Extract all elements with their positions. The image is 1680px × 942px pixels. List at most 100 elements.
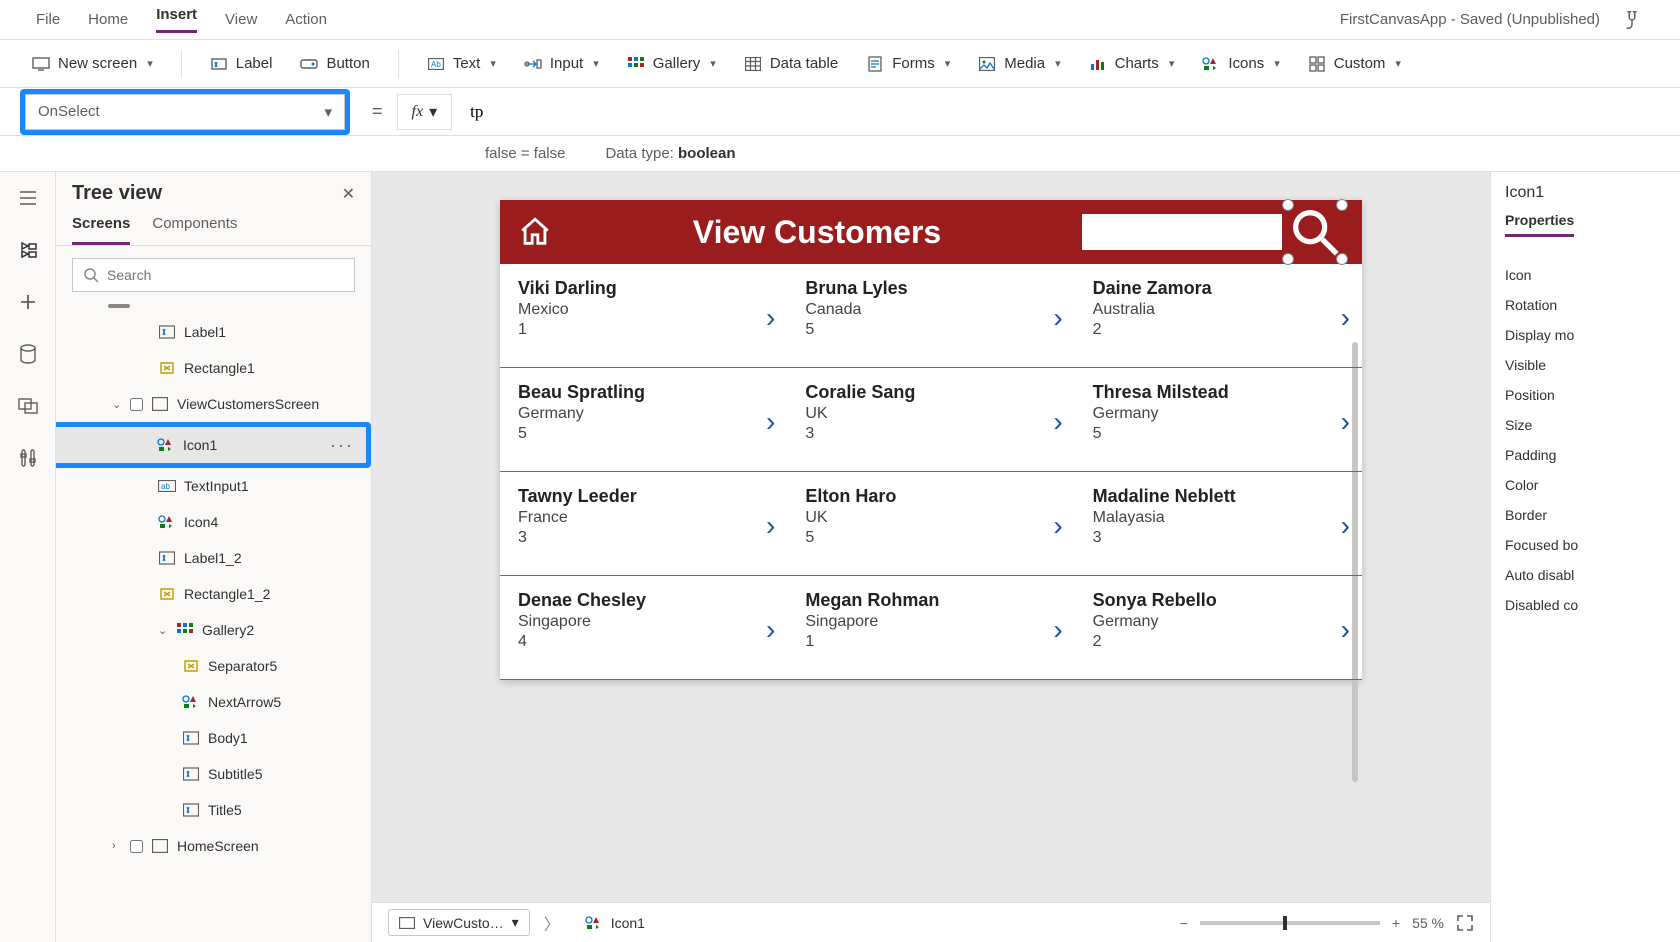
tab-components[interactable]: Components bbox=[152, 215, 237, 245]
app-checker-icon[interactable] bbox=[1620, 8, 1644, 32]
tree-item-label1_2[interactable]: Label1_2 bbox=[56, 540, 371, 576]
gallery-item[interactable]: Tawny LeederFrance3› bbox=[500, 472, 787, 576]
prop-color[interactable]: Color bbox=[1505, 477, 1666, 493]
chevron-right-icon[interactable]: › bbox=[1341, 406, 1350, 438]
gallery-item[interactable]: Megan RohmanSingapore1› bbox=[787, 576, 1074, 680]
header-search-input[interactable] bbox=[1082, 214, 1282, 250]
button-button[interactable]: Button bbox=[300, 55, 369, 73]
gallery-item[interactable]: Coralie SangUK3› bbox=[787, 368, 1074, 472]
tree-item-label1[interactable]: Label1 bbox=[56, 314, 371, 350]
customer-gallery[interactable]: Viki DarlingMexico1›Bruna LylesCanada5›D… bbox=[500, 264, 1362, 680]
gallery-item[interactable]: Sonya RebelloGermany2› bbox=[1075, 576, 1362, 680]
chevron-right-icon[interactable]: › bbox=[1053, 302, 1062, 334]
chevron-right-icon[interactable]: › bbox=[1053, 406, 1062, 438]
breadcrumb-control[interactable]: Icon1 bbox=[574, 910, 656, 936]
gallery-button[interactable]: Gallery▾ bbox=[627, 55, 716, 73]
forms-button[interactable]: Forms▾ bbox=[866, 55, 950, 73]
formula-input[interactable] bbox=[452, 94, 1680, 130]
custom-button[interactable]: Custom▾ bbox=[1308, 55, 1401, 73]
screen-checkbox[interactable] bbox=[130, 840, 143, 853]
search-icon-selected[interactable] bbox=[1286, 203, 1344, 261]
gallery-item[interactable]: Thresa MilsteadGermany5› bbox=[1075, 368, 1362, 472]
tree-item-subtitle5[interactable]: Subtitle5 bbox=[56, 756, 371, 792]
properties-tab[interactable]: Properties bbox=[1505, 212, 1574, 237]
prop-display-mo[interactable]: Display mo bbox=[1505, 327, 1666, 343]
prop-padding[interactable]: Padding bbox=[1505, 447, 1666, 463]
chevron-right-icon[interactable]: › bbox=[766, 406, 775, 438]
text-button[interactable]: Ab Text▾ bbox=[427, 55, 496, 73]
property-dropdown[interactable]: OnSelect ▾ bbox=[25, 94, 345, 130]
collapse-all-icon[interactable] bbox=[108, 304, 130, 308]
data-table-button[interactable]: Data table bbox=[744, 55, 838, 73]
chevron-right-icon[interactable]: › bbox=[766, 510, 775, 542]
insert-icon[interactable] bbox=[16, 290, 40, 314]
tree-item-homescreen[interactable]: ›HomeScreen bbox=[56, 828, 371, 864]
chevron-right-icon[interactable]: › bbox=[1053, 510, 1062, 542]
icons-button[interactable]: Icons▾ bbox=[1202, 55, 1279, 73]
menu-action[interactable]: Action bbox=[285, 11, 327, 28]
tree-item-textinput1[interactable]: abTextInput1 bbox=[56, 468, 371, 504]
menu-file[interactable]: File bbox=[36, 11, 60, 28]
prop-rotation[interactable]: Rotation bbox=[1505, 297, 1666, 313]
tab-screens[interactable]: Screens bbox=[72, 215, 130, 245]
new-screen-button[interactable]: New screen▾ bbox=[32, 55, 153, 73]
prop-icon[interactable]: Icon bbox=[1505, 267, 1666, 283]
chevron-right-icon[interactable]: › bbox=[1341, 510, 1350, 542]
label-button[interactable]: Label bbox=[210, 55, 273, 73]
hamburger-icon[interactable] bbox=[16, 186, 40, 210]
tree-search[interactable] bbox=[72, 258, 355, 292]
zoom-slider[interactable] bbox=[1200, 921, 1380, 925]
tree-search-input[interactable] bbox=[107, 267, 344, 283]
tree-item-body1[interactable]: Body1 bbox=[56, 720, 371, 756]
selection-handle[interactable] bbox=[1336, 199, 1348, 211]
canvas-area[interactable]: View Customers Viki DarlingMexico1›Bruna… bbox=[372, 172, 1490, 902]
tree-item-gallery2[interactable]: ⌄Gallery2 bbox=[56, 612, 371, 648]
chevron-right-icon[interactable]: › bbox=[1053, 614, 1062, 646]
tree-item-title5[interactable]: Title5 bbox=[56, 792, 371, 828]
home-icon[interactable] bbox=[518, 215, 552, 249]
fx-button[interactable]: fx ▾ bbox=[397, 94, 453, 130]
tree-item-icon1[interactable]: Icon1··· bbox=[56, 427, 366, 463]
screen-checkbox[interactable] bbox=[130, 398, 143, 411]
gallery-item[interactable]: Madaline NeblettMalayasia3› bbox=[1075, 472, 1362, 576]
gallery-item[interactable]: Daine ZamoraAustralia2› bbox=[1075, 264, 1362, 368]
tree-item-viewcustomersscreen[interactable]: ⌄ViewCustomersScreen bbox=[56, 386, 371, 422]
prop-visible[interactable]: Visible bbox=[1505, 357, 1666, 373]
menu-home[interactable]: Home bbox=[88, 11, 128, 28]
charts-button[interactable]: Charts▾ bbox=[1089, 55, 1175, 73]
data-icon[interactable] bbox=[16, 342, 40, 366]
prop-auto-disabl[interactable]: Auto disabl bbox=[1505, 567, 1666, 583]
tree-item-icon4[interactable]: Icon4 bbox=[56, 504, 371, 540]
gallery-item[interactable]: Elton HaroUK5› bbox=[787, 472, 1074, 576]
tree-item-nextarrow5[interactable]: NextArrow5 bbox=[56, 684, 371, 720]
prop-border[interactable]: Border bbox=[1505, 507, 1666, 523]
menu-view[interactable]: View bbox=[225, 11, 257, 28]
breadcrumb-screen[interactable]: ViewCusto… ▾ bbox=[388, 909, 530, 936]
input-button[interactable]: Input▾ bbox=[524, 55, 599, 73]
chevron-right-icon[interactable]: › bbox=[1341, 302, 1350, 334]
selection-handle[interactable] bbox=[1282, 199, 1294, 211]
zoom-in-button[interactable]: + bbox=[1392, 915, 1400, 931]
fit-screen-icon[interactable] bbox=[1456, 914, 1474, 932]
chevron-right-icon[interactable]: › bbox=[766, 614, 775, 646]
tree-view-icon[interactable] bbox=[16, 238, 40, 262]
tree-item-rectangle1_2[interactable]: Rectangle1_2 bbox=[56, 576, 371, 612]
chevron-right-icon[interactable]: › bbox=[766, 302, 775, 334]
zoom-out-button[interactable]: − bbox=[1180, 915, 1188, 931]
close-icon[interactable]: ✕ bbox=[342, 184, 355, 204]
media-rail-icon[interactable] bbox=[16, 394, 40, 418]
menu-insert[interactable]: Insert bbox=[156, 6, 197, 33]
gallery-item[interactable]: Beau SpratlingGermany5› bbox=[500, 368, 787, 472]
gallery-item[interactable]: Bruna LylesCanada5› bbox=[787, 264, 1074, 368]
prop-disabled-co[interactable]: Disabled co bbox=[1505, 597, 1666, 613]
prop-focused-bo[interactable]: Focused bo bbox=[1505, 537, 1666, 553]
tree-item-separator5[interactable]: Separator5 bbox=[56, 648, 371, 684]
more-icon[interactable]: ··· bbox=[330, 435, 354, 456]
prop-position[interactable]: Position bbox=[1505, 387, 1666, 403]
prop-size[interactable]: Size bbox=[1505, 417, 1666, 433]
tree-item-rectangle1[interactable]: Rectangle1 bbox=[56, 350, 371, 386]
chevron-right-icon[interactable]: › bbox=[1341, 614, 1350, 646]
gallery-item[interactable]: Viki DarlingMexico1› bbox=[500, 264, 787, 368]
gallery-item[interactable]: Denae ChesleySingapore4› bbox=[500, 576, 787, 680]
tools-icon[interactable] bbox=[16, 446, 40, 470]
